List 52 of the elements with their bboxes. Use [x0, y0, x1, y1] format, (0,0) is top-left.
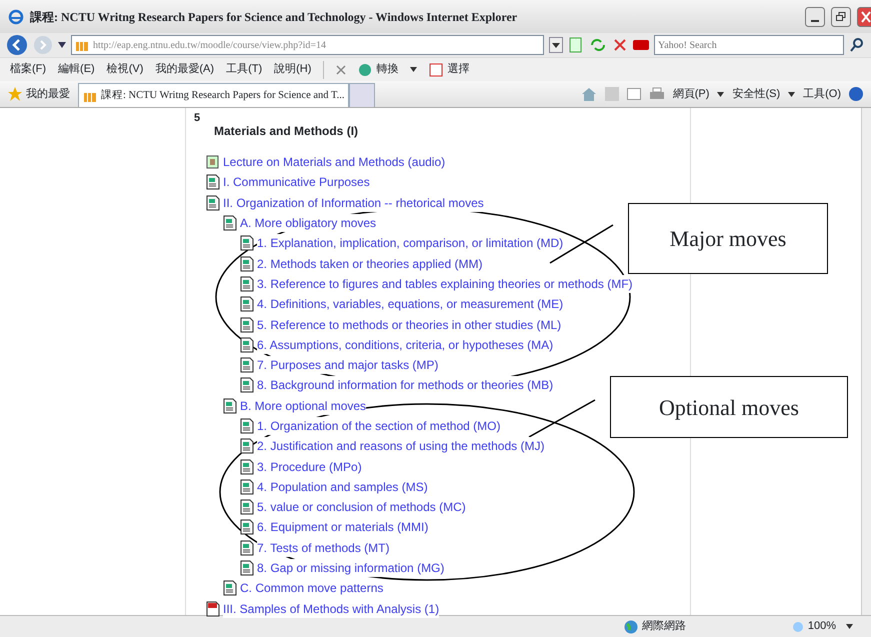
star-icon — [8, 87, 22, 101]
resource-link[interactable]: 1. Organization of the section of method (MO) — [257, 417, 500, 435]
toolbar-button[interactable]: 轉換 — [358, 61, 398, 78]
leader-line — [528, 399, 596, 438]
site-icon — [75, 39, 89, 51]
zone-indicator: 網際網路 — [624, 618, 686, 635]
resource-link[interactable]: 3. Reference to figures and tables explaining theories or methods (MF) — [257, 274, 633, 293]
resource-link[interactable]: 7. Purposes and major tasks (MP) — [257, 356, 438, 374]
resource-link[interactable]: 1. Explanation, implication, comparison, or limitation (MD) — [257, 234, 564, 252]
command-button[interactable]: 網頁(P) — [672, 86, 710, 102]
dropdown-icon[interactable] — [410, 67, 418, 72]
callout-label: Optional moves — [610, 376, 848, 438]
section-title: Materials and Methods (I) — [214, 123, 360, 140]
restore-button[interactable] — [831, 6, 851, 26]
refresh-icon[interactable] — [589, 37, 607, 53]
pdf-icon — [206, 600, 220, 617]
section-number: 5 — [194, 112, 202, 124]
resource-link[interactable]: 8. Gap or missing information (MG) — [257, 559, 444, 578]
menu-item[interactable]: 編輯(E) — [58, 61, 95, 78]
zoom-button[interactable]: 100% — [792, 618, 836, 635]
close-icon[interactable] — [336, 64, 346, 74]
browser-tab[interactable]: 課程: NCTU Writng Research Papers for Science and T... — [78, 83, 350, 107]
close-button[interactable] — [857, 6, 871, 26]
dropdown-icon[interactable] — [58, 42, 66, 48]
dropdown-button[interactable] — [549, 37, 563, 53]
address-field[interactable]: http://eap.eng.ntnu.edu.tw/moodle/course/view.php?id=14 — [71, 35, 544, 55]
toolbar-button[interactable]: 選擇 — [429, 61, 470, 78]
window-title: 課程: NCTU Writng Research Papers for Science and Technology - Windows Internet Explorer — [30, 8, 518, 26]
browser-icon — [8, 8, 24, 24]
resource-link[interactable]: 2. Justification and reasons of using the methods (MJ) — [257, 437, 544, 456]
menu-item[interactable]: 檔案(F) — [10, 61, 46, 78]
stop-icon[interactable] — [612, 37, 628, 53]
dropdown-icon[interactable] — [846, 624, 853, 629]
back-button[interactable] — [6, 34, 28, 56]
search-icon[interactable] — [849, 37, 865, 53]
resource-link[interactable]: 8. Background information for methods or theories (MB) — [257, 376, 554, 394]
print-icon[interactable] — [648, 87, 665, 101]
favorites-button[interactable]: 我的最愛 — [8, 86, 70, 102]
resource-link[interactable]: 7. Tests of methods (MT) — [257, 538, 390, 557]
menu-item[interactable]: 我的最愛(A) — [155, 61, 214, 78]
minimize-button[interactable] — [805, 6, 825, 26]
audio-icon — [206, 154, 220, 170]
dropdown-icon[interactable] — [788, 92, 796, 96]
menu-item[interactable]: 檢視(V) — [106, 61, 144, 78]
command-button[interactable]: 安全性(S) — [732, 86, 780, 102]
search-field[interactable]: Yahoo! Search — [654, 35, 844, 55]
resource-link[interactable]: A. More obligatory moves — [240, 214, 376, 232]
menu-item[interactable]: 工具(T) — [226, 61, 262, 78]
menu-item[interactable]: 說明(H) — [274, 61, 312, 78]
dropdown-icon[interactable] — [717, 92, 724, 96]
callout-label: Major moves — [628, 203, 828, 274]
command-button[interactable]: 工具(O) — [803, 86, 841, 102]
